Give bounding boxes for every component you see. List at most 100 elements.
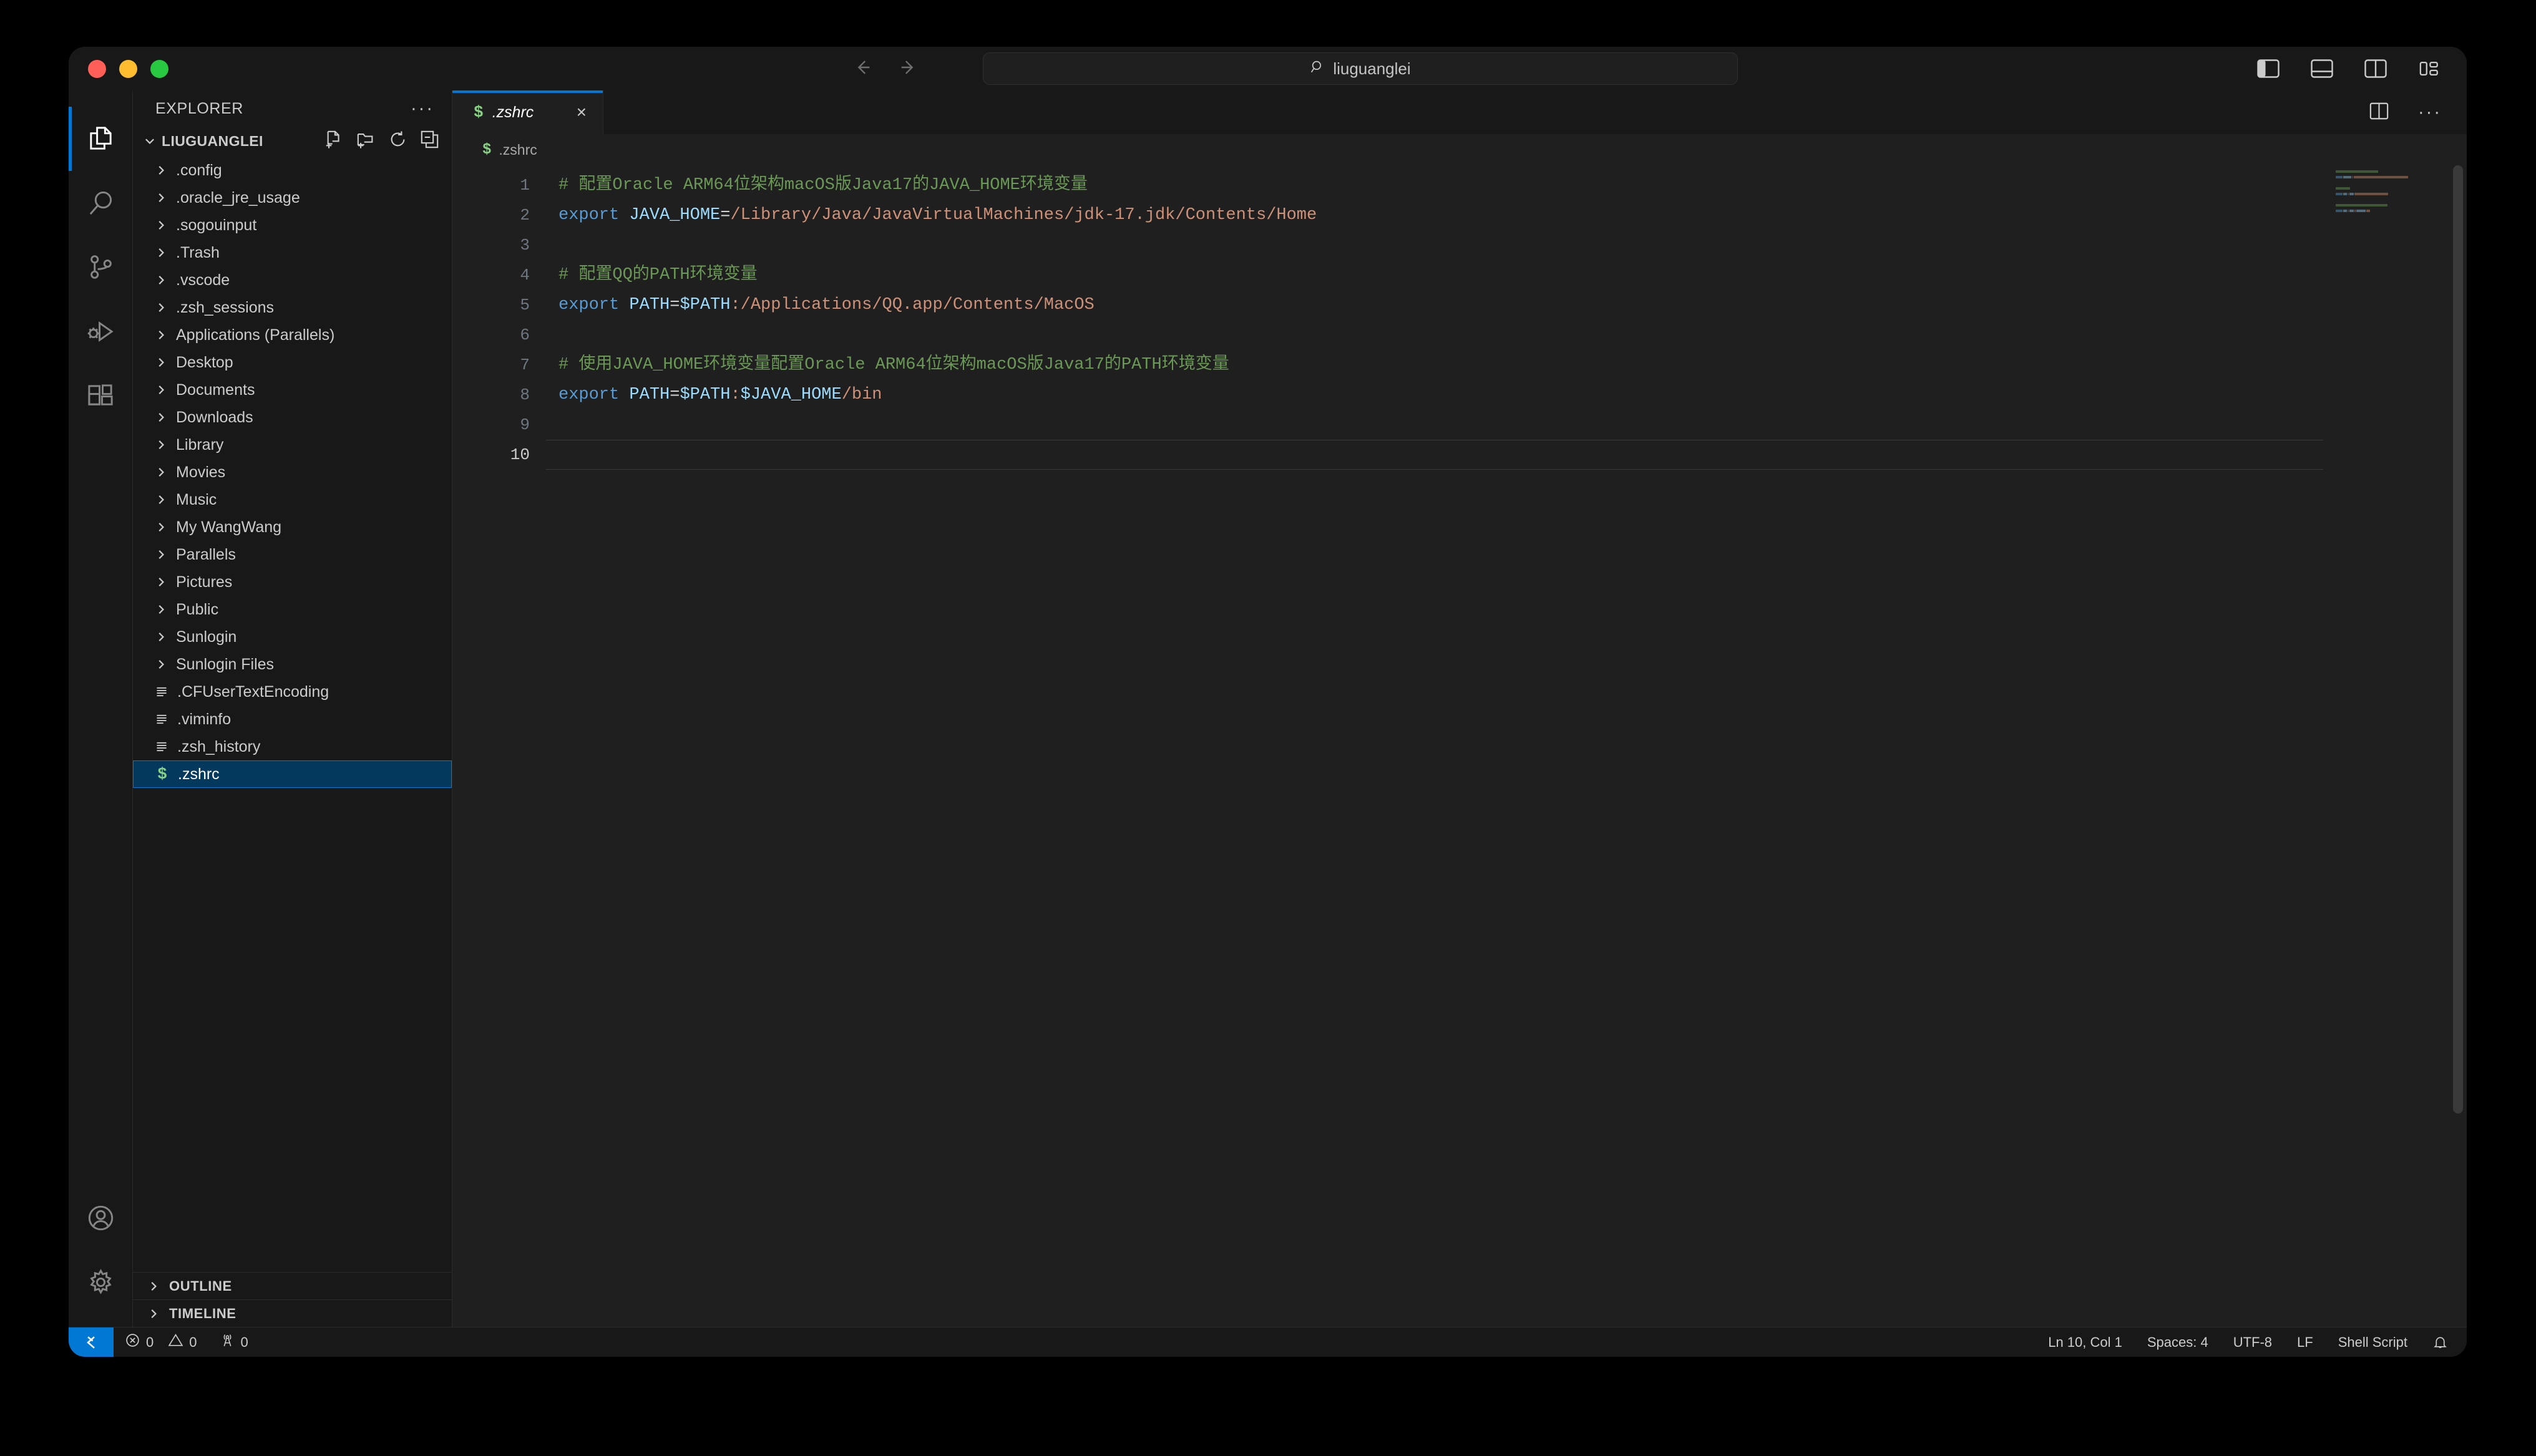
tree-item-selected[interactable]: $ .zshrc xyxy=(133,760,452,788)
file-icon xyxy=(153,683,170,701)
tree-item-label: .config xyxy=(176,161,222,179)
chevron-right-icon xyxy=(153,217,169,233)
tree-item[interactable]: Parallels xyxy=(133,541,452,568)
line-number: 1 xyxy=(520,176,530,195)
code-line[interactable]: # 配置QQ的PATH环境变量 xyxy=(546,260,2467,290)
activity-item-search[interactable] xyxy=(69,171,133,235)
radio-tower-icon xyxy=(220,1332,235,1352)
tree-item[interactable]: .zsh_sessions xyxy=(133,294,452,321)
new-file-icon[interactable] xyxy=(324,130,344,152)
sidebar-more-actions[interactable]: ··· xyxy=(411,100,434,118)
toggle-primary-sidebar-icon[interactable] xyxy=(2257,59,2280,79)
activity-item-source-control[interactable] xyxy=(69,235,133,299)
workbench-body: EXPLORER ··· LIUGUANGLEI .config .oracle… xyxy=(69,90,2467,1327)
status-ports[interactable]: 0 xyxy=(208,1327,260,1357)
code-line[interactable]: # 配置Oracle ARM64位架构macOS版Java17的JAVA_HOM… xyxy=(546,170,2467,200)
tree-item[interactable]: My WangWang xyxy=(133,513,452,541)
tree-item[interactable]: .sogouinput xyxy=(133,211,452,239)
status-editor-indentation[interactable]: Spaces: 4 xyxy=(2135,1327,2221,1357)
more-editor-actions[interactable]: ··· xyxy=(2418,104,2442,122)
new-folder-icon[interactable] xyxy=(356,130,376,152)
search-value: liuguanglei xyxy=(1333,59,1411,78)
code-editor[interactable]: 1 2 3 4 5 6 7 8 9 10 # 配置Oracle ARM64位架构macOS版Jav… xyxy=(452,165,2467,1327)
status-bar-right: Ln 10, Col 1 Spaces: 4 UTF-8 LF Shell Sc… xyxy=(2036,1327,2467,1357)
panel-label: OUTLINE xyxy=(169,1278,232,1294)
maximize-window-button[interactable] xyxy=(150,59,168,78)
sidebar-panel-outline[interactable]: OUTLINE xyxy=(133,1272,452,1299)
sidebar-panel-timeline[interactable]: TIMELINE xyxy=(133,1299,452,1327)
debug-icon xyxy=(87,321,114,342)
status-editor-encoding[interactable]: UTF-8 xyxy=(2221,1327,2285,1357)
tree-item[interactable]: .vscode xyxy=(133,266,452,294)
minimap-token xyxy=(2356,210,2366,212)
customize-layout-icon[interactable] xyxy=(2418,59,2441,79)
code-line[interactable] xyxy=(546,440,2323,470)
remote-window-indicator[interactable] xyxy=(69,1327,114,1357)
chevron-down-icon xyxy=(142,133,158,149)
close-window-button[interactable] xyxy=(88,59,106,78)
arrow-right-icon[interactable] xyxy=(898,57,919,81)
tree-item[interactable]: Downloads xyxy=(133,404,452,431)
token-var: JAVA_HOME xyxy=(629,206,721,225)
tree-item[interactable]: .CFUserTextEncoding xyxy=(133,678,452,706)
status-notifications[interactable] xyxy=(2420,1327,2467,1357)
code-line[interactable]: export PATH=$PATH:$JAVA_HOME/bin xyxy=(546,380,2467,410)
status-editor-position[interactable]: Ln 10, Col 1 xyxy=(2036,1327,2135,1357)
toggle-secondary-sidebar-icon[interactable] xyxy=(2364,59,2387,79)
toggle-panel-icon[interactable] xyxy=(2311,59,2333,79)
tree-item[interactable]: Movies xyxy=(133,459,452,486)
activity-item-extensions[interactable] xyxy=(69,364,133,428)
minimap[interactable] xyxy=(2336,170,2442,245)
tab-zshrc[interactable]: $ .zshrc × xyxy=(452,90,603,134)
tree-item-label: Music xyxy=(176,490,217,508)
code-line[interactable] xyxy=(546,410,2467,440)
activity-item-run-and-debug[interactable] xyxy=(69,299,133,364)
code-line[interactable]: export PATH=$PATH:/Applications/QQ.app/C… xyxy=(546,290,2467,320)
status-editor-eol[interactable]: LF xyxy=(2285,1327,2326,1357)
tree-item[interactable]: Documents xyxy=(133,376,452,404)
code-line[interactable]: export JAVA_HOME=/Library/Java/JavaVirtu… xyxy=(546,200,2467,230)
arrow-left-icon[interactable] xyxy=(852,57,873,81)
close-icon[interactable]: × xyxy=(577,104,587,121)
tree-item-label: .oracle_jre_usage xyxy=(176,188,300,206)
vertical-scrollbar[interactable] xyxy=(2453,165,2463,1114)
error-count: 0 xyxy=(146,1334,154,1350)
minimize-window-button[interactable] xyxy=(119,59,137,78)
breadcrumb[interactable]: $ .zshrc xyxy=(452,134,2467,165)
tree-item[interactable]: Pictures xyxy=(133,568,452,596)
activity-item-accounts[interactable] xyxy=(69,1186,133,1250)
tree-item[interactable]: Sunlogin xyxy=(133,623,452,651)
code-line[interactable] xyxy=(546,320,2467,350)
shell-file-icon: $ xyxy=(474,103,484,122)
file-icon xyxy=(153,738,170,755)
status-editor-language[interactable]: Shell Script xyxy=(2326,1327,2420,1357)
tree-item-label: .CFUserTextEncoding xyxy=(177,682,329,701)
refresh-icon[interactable] xyxy=(388,130,407,152)
tree-item[interactable]: .config xyxy=(133,157,452,184)
code-content[interactable]: # 配置Oracle ARM64位架构macOS版Java17的JAVA_HOM… xyxy=(546,165,2467,1327)
code-line[interactable]: # 使用JAVA_HOME环境变量配置Oracle ARM64位架构macOS版… xyxy=(546,350,2467,380)
tree-item[interactable]: Applications (Parallels) xyxy=(133,321,452,349)
tree-item[interactable]: .oracle_jre_usage xyxy=(133,184,452,211)
tree-item[interactable]: .Trash xyxy=(133,239,452,266)
tree-item[interactable]: Music xyxy=(133,486,452,513)
token-string: :/Applications/QQ.app/Contents/MacOS xyxy=(730,296,1095,314)
command-center-search[interactable]: liuguanglei xyxy=(983,52,1738,85)
tree-item[interactable]: .viminfo xyxy=(133,706,452,733)
tree-item[interactable]: .zsh_history xyxy=(133,733,452,760)
code-line[interactable] xyxy=(546,230,2467,260)
tree-item[interactable]: Library xyxy=(133,431,452,459)
warning-count: 0 xyxy=(189,1334,197,1350)
split-editor-icon[interactable] xyxy=(2369,102,2389,124)
shell-file-icon: $ xyxy=(157,765,167,784)
activity-item-explorer[interactable] xyxy=(69,107,133,171)
collapse-all-icon[interactable] xyxy=(420,130,439,152)
minimap-line xyxy=(2336,198,2442,201)
tree-item[interactable]: Desktop xyxy=(133,349,452,376)
workspace-folder-header[interactable]: LIUGUANGLEI xyxy=(133,127,452,155)
tree-item[interactable]: Sunlogin Files xyxy=(133,651,452,678)
activity-item-manage[interactable] xyxy=(69,1250,133,1314)
chevron-right-icon xyxy=(153,574,169,590)
tree-item[interactable]: Public xyxy=(133,596,452,623)
status-problems[interactable]: 0 0 xyxy=(114,1327,208,1357)
